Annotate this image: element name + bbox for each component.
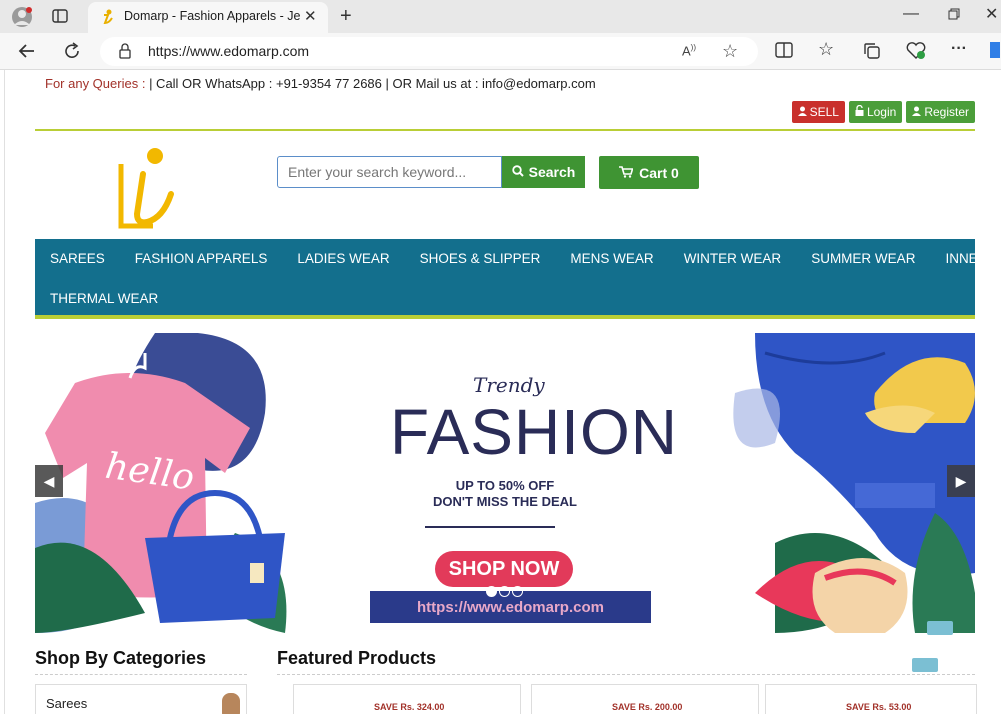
carousel-dot[interactable] bbox=[512, 586, 523, 597]
read-aloud-icon[interactable]: A)) bbox=[682, 44, 696, 58]
banner-title: FASHION bbox=[390, 396, 678, 468]
header-divider bbox=[35, 129, 975, 131]
web-page: For any Queries : | Call OR WhatsApp : +… bbox=[4, 70, 1001, 714]
promo-banner[interactable]: hello Trendy FASHION UP TO 50% OFF DON'T… bbox=[35, 333, 975, 633]
url-text: https://www.edomarp.com bbox=[148, 43, 310, 59]
nav-item-inner-wear[interactable]: INNER WEAR bbox=[930, 239, 1001, 279]
product-card[interactable]: SAVE Rs. 53.00 bbox=[765, 684, 977, 714]
featured-divider bbox=[277, 674, 975, 675]
sell-button[interactable]: SELL bbox=[791, 101, 845, 123]
category-list: Sarees bbox=[35, 684, 247, 714]
nav-item-shoes-slipper[interactable]: SHOES & SLIPPER bbox=[405, 239, 556, 279]
search-bar: Search bbox=[277, 156, 585, 188]
lock-icon[interactable] bbox=[118, 43, 132, 63]
tab-close-icon[interactable]: ✕ bbox=[304, 7, 317, 25]
featured-next-icon[interactable] bbox=[912, 658, 938, 672]
categories-divider bbox=[35, 674, 247, 675]
product-save-badge: SAVE Rs. 324.00 bbox=[374, 702, 445, 712]
profile-avatar-icon[interactable] bbox=[11, 6, 33, 32]
tab-title: Domarp - Fashion Apparels - Jen bbox=[124, 9, 300, 23]
browser-tab-bar: Domarp - Fashion Apparels - Jen ✕ + — ✕ bbox=[0, 0, 1001, 33]
favorite-star-icon[interactable]: ☆ bbox=[722, 42, 738, 60]
nav-item-summer-wear[interactable]: SUMMER WEAR bbox=[796, 239, 930, 279]
back-icon[interactable] bbox=[18, 42, 36, 63]
account-buttons: SELL Login Register bbox=[791, 101, 975, 123]
search-icon bbox=[511, 164, 524, 180]
query-contact: | Call OR WhatsApp : +91-9354 77 2686 | … bbox=[149, 76, 596, 91]
nav-item-fashion-apparels[interactable]: FASHION APPARELS bbox=[120, 239, 283, 279]
shop-now-button[interactable]: SHOP NOW bbox=[435, 551, 573, 587]
banner-subtitle: UP TO 50% OFF DON'T MISS THE DEAL bbox=[395, 478, 615, 510]
chevron-right-icon: ▶ bbox=[955, 472, 967, 489]
product-card[interactable]: SAVE Rs. 200.00 bbox=[531, 684, 759, 714]
login-label: Login bbox=[866, 105, 897, 119]
query-bar: For any Queries : | Call OR WhatsApp : +… bbox=[45, 76, 596, 91]
carousel-dot[interactable] bbox=[499, 586, 510, 597]
browser-essentials-icon[interactable] bbox=[906, 42, 926, 64]
nav-item-sarees[interactable]: SAREES bbox=[35, 239, 120, 279]
nav-item-mens-wear[interactable]: MENS WEAR bbox=[555, 239, 668, 279]
login-button[interactable]: Login bbox=[848, 101, 903, 123]
sell-label: SELL bbox=[809, 105, 839, 119]
cart-button[interactable]: Cart 0 bbox=[599, 156, 699, 189]
nav-item-ladies-wear[interactable]: LADIES WEAR bbox=[282, 239, 404, 279]
user-icon bbox=[912, 105, 922, 119]
carousel-prev-button[interactable]: ◀ bbox=[35, 465, 63, 497]
categories-title: Shop By Categories bbox=[35, 648, 207, 668]
chevron-left-icon: ◀ bbox=[43, 472, 55, 489]
user-icon bbox=[797, 105, 807, 119]
nav-item-thermal-wear[interactable]: THERMAL WEAR bbox=[35, 279, 173, 319]
collections-icon[interactable] bbox=[863, 42, 881, 64]
refresh-icon[interactable] bbox=[63, 42, 81, 64]
category-item-sarees[interactable]: Sarees bbox=[46, 696, 87, 711]
carousel-indicators bbox=[486, 586, 523, 597]
favorites-icon[interactable]: ☆ bbox=[818, 40, 834, 58]
site-favicon-icon bbox=[100, 9, 114, 29]
carousel-next-button[interactable]: ▶ bbox=[947, 465, 975, 497]
split-screen-icon[interactable] bbox=[775, 42, 793, 62]
copilot-icon[interactable] bbox=[988, 40, 1001, 64]
cart-label: Cart 0 bbox=[639, 164, 679, 181]
query-label: For any Queries : bbox=[45, 76, 146, 91]
address-bar: https://www.edomarp.com A)) ☆ ☆ ··· bbox=[0, 33, 1001, 70]
carousel-dot[interactable] bbox=[486, 586, 497, 597]
shopping-cart-icon bbox=[619, 165, 634, 181]
search-input[interactable] bbox=[277, 156, 502, 188]
minimize-icon[interactable]: — bbox=[903, 6, 919, 22]
restore-icon[interactable] bbox=[948, 8, 960, 24]
product-save-badge: SAVE Rs. 53.00 bbox=[846, 702, 912, 712]
featured-title: Featured Products bbox=[277, 648, 437, 668]
banner-trendy: Trendy bbox=[473, 373, 545, 397]
search-button[interactable]: Search bbox=[502, 156, 585, 188]
banner-subtitle-2: DON'T MISS THE DEAL bbox=[433, 494, 577, 509]
slider-play-icon[interactable] bbox=[927, 621, 953, 635]
product-card[interactable]: SAVE Rs. 324.00 bbox=[293, 684, 521, 714]
lock-icon bbox=[855, 104, 864, 119]
product-save-badge: SAVE Rs. 200.00 bbox=[612, 702, 683, 712]
close-window-icon[interactable]: ✕ bbox=[985, 7, 998, 23]
tab-active[interactable]: Domarp - Fashion Apparels - Jen ✕ bbox=[88, 2, 328, 33]
more-menu-icon[interactable]: ··· bbox=[951, 41, 967, 57]
banner-subtitle-1: UP TO 50% OFF bbox=[455, 478, 555, 493]
category-thumb-icon bbox=[222, 693, 240, 714]
register-label: Register bbox=[924, 105, 969, 119]
tab-actions-icon[interactable] bbox=[52, 8, 68, 28]
new-tab-icon[interactable]: + bbox=[340, 6, 352, 26]
search-label: Search bbox=[528, 164, 576, 180]
url-field[interactable]: https://www.edomarp.com A)) ☆ bbox=[100, 37, 758, 66]
site-logo[interactable] bbox=[113, 144, 179, 234]
banner-divider bbox=[425, 526, 555, 528]
category-nav: SAREES FASHION APPARELS LADIES WEAR SHOE… bbox=[35, 239, 1001, 319]
register-button[interactable]: Register bbox=[906, 101, 975, 123]
nav-item-winter-wear[interactable]: WINTER WEAR bbox=[669, 239, 797, 279]
